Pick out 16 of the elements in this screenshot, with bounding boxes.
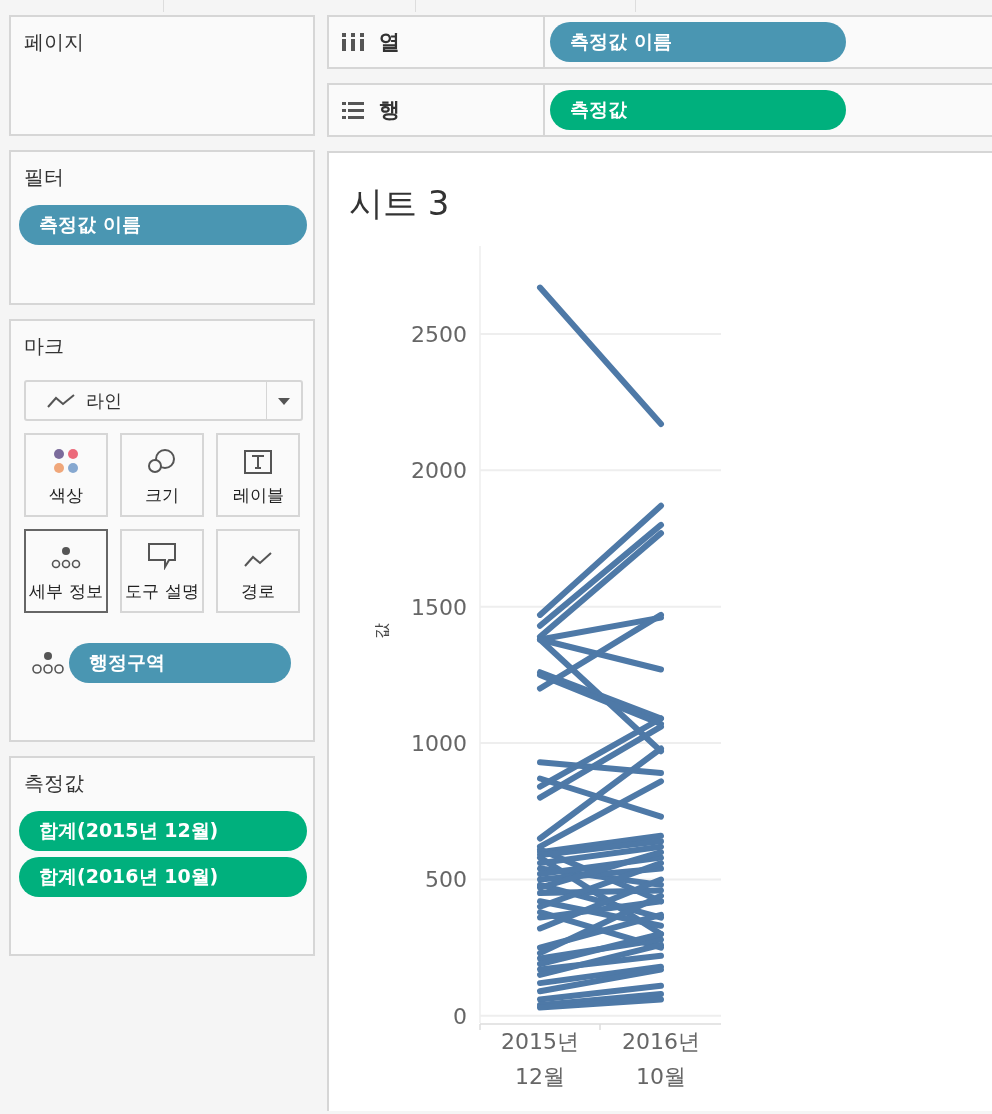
y-tick-label: 2000 — [411, 458, 467, 484]
y-axis-title: 값 — [372, 623, 391, 639]
card-title: 측정값 — [23, 770, 84, 797]
x-category-label: 2015년 12월 — [501, 1029, 579, 1089]
y-tick-label: 1500 — [411, 594, 467, 620]
x-category-label: 2016년 10월 — [622, 1029, 700, 1089]
card-title: 필터 — [23, 164, 64, 191]
shelf-label: 열 — [379, 29, 400, 56]
sheet-title: 시트 3 — [349, 182, 450, 225]
y-tick-label: 2500 — [411, 322, 467, 347]
y-tick-label: 500 — [425, 867, 467, 893]
y-tick-label: 1000 — [411, 731, 467, 757]
y-tick-label: 0 — [453, 1003, 467, 1029]
card-title: 마크 — [23, 333, 64, 360]
shelf-label: 행 — [379, 97, 400, 124]
card-title: 페이지 — [23, 29, 84, 56]
